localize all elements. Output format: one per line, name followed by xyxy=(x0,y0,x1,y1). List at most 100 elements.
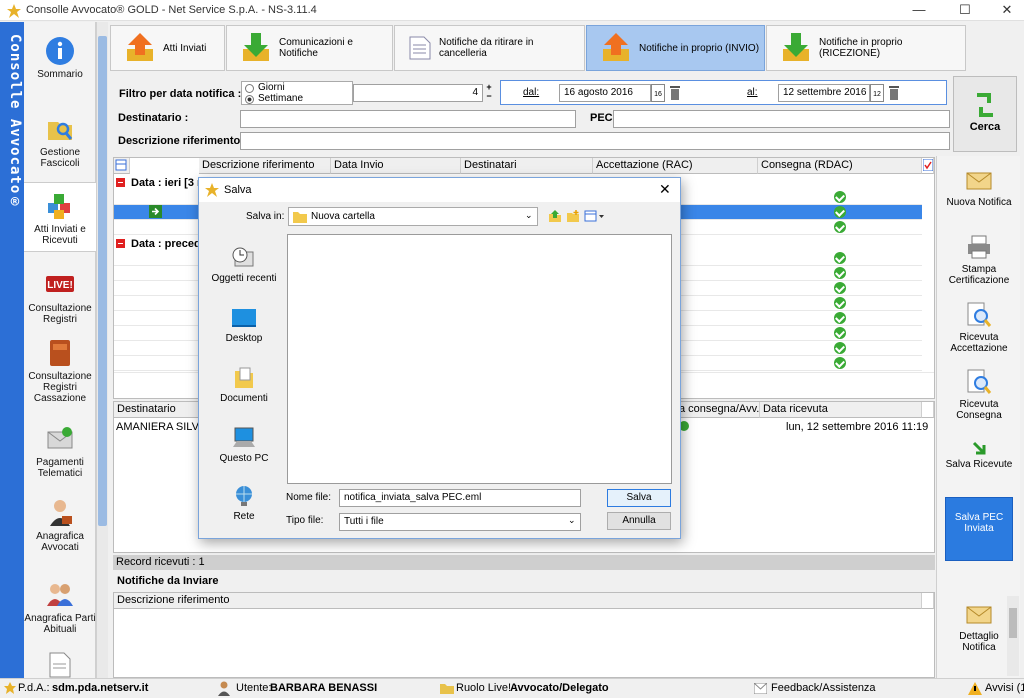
place-label: Rete xyxy=(233,511,255,522)
col-descrizione[interactable]: Descrizione riferimento xyxy=(199,158,331,174)
ricevuta-consegna-button[interactable]: Ricevuta Consegna xyxy=(945,368,1013,421)
avvisi-link[interactable]: Avvisi (1) xyxy=(985,682,1024,694)
column-chooser-icon[interactable] xyxy=(922,158,934,174)
file-list[interactable] xyxy=(287,234,672,484)
folder-icon xyxy=(293,212,307,223)
recent-icon xyxy=(232,247,254,267)
cubes-icon xyxy=(48,194,70,219)
tipo-file-select[interactable]: Tutti i file ⌄ xyxy=(339,513,581,531)
record-count: Record ricevuti : 1 xyxy=(113,555,935,570)
group-precedenti[interactable]: Data : precede xyxy=(116,238,207,250)
check-icon xyxy=(834,312,846,324)
col-accettazione[interactable]: Accettazione (RAC) xyxy=(593,158,758,174)
new-folder-icon[interactable] xyxy=(566,209,580,223)
column-chooser-icon[interactable] xyxy=(922,402,934,418)
nav-item-sommario[interactable]: Sommario xyxy=(24,36,96,80)
nav-item-anagrafica-avvocati[interactable]: Anagrafica Avvocati xyxy=(24,498,96,553)
radio-giorni[interactable] xyxy=(245,84,254,93)
maximize-button[interactable]: ☐ xyxy=(942,0,988,21)
calendar-icon[interactable]: 16 xyxy=(651,84,665,102)
radio-settimane[interactable] xyxy=(245,95,254,104)
right-toolbar: Nuova Notifica Stampa Certificazione Ric… xyxy=(936,156,1020,678)
dettaglio-notifica-button[interactable]: Dettaglio Notifica xyxy=(945,600,1013,653)
salva-in-select[interactable]: Nuova cartella ⌄ xyxy=(288,207,538,226)
receipt-destinatario[interactable]: AMANIERA SILVIA xyxy=(116,421,209,433)
scrollbar-thumb[interactable] xyxy=(98,36,107,526)
save-button[interactable]: Salva xyxy=(607,489,671,507)
dal-label: dal: xyxy=(523,87,540,98)
col-data-ricevuta[interactable]: Data ricevuta xyxy=(760,402,922,418)
tab-atti-inviati[interactable]: Atti Inviati xyxy=(110,25,225,71)
descrizione-input[interactable] xyxy=(240,132,950,150)
trash-icon[interactable] xyxy=(669,85,681,101)
col-destinatari[interactable]: Destinatari xyxy=(461,158,593,174)
nav-item-anagrafica-parti[interactable]: Anagrafica Parti Abituali xyxy=(24,580,96,635)
feedback-link[interactable]: Feedback/Assistenza xyxy=(771,682,876,694)
window-title: Consolle Avvocato® GOLD - Net Service S.… xyxy=(26,4,317,16)
place-this-pc[interactable]: Questo PC xyxy=(205,426,283,464)
nav-scrollbar[interactable] xyxy=(96,22,108,678)
place-desktop[interactable]: Desktop xyxy=(205,306,283,344)
nav-item-atti-inviati[interactable]: Atti Inviati e Ricevuti xyxy=(24,182,96,252)
up-folder-icon[interactable] xyxy=(548,209,562,223)
check-icon xyxy=(834,357,846,369)
place-network[interactable]: Rete xyxy=(205,484,283,522)
search-arrows-icon xyxy=(977,93,993,117)
magnifier-doc-icon xyxy=(967,369,992,394)
collapse-icon[interactable] xyxy=(116,239,125,248)
nav-item-label: Consultazione Registri Cassazione xyxy=(28,371,92,404)
period-amount-input[interactable]: 4 xyxy=(353,84,483,102)
cancel-button[interactable]: Annulla xyxy=(607,512,671,530)
receipt-data[interactable]: lun, 12 settembre 2016 11:19 xyxy=(786,421,928,433)
tab-comunicazioni[interactable]: Comunicazioni e Notifiche xyxy=(226,25,393,71)
nav-item-pagamenti[interactable]: Pagamenti Telematici xyxy=(24,424,96,479)
nav-item-consultazione-registri[interactable]: LIVE! Consultazione Registri xyxy=(24,270,96,325)
grid-header-icon[interactable] xyxy=(114,158,130,174)
ruolo-label: Ruolo Live! : xyxy=(456,682,518,694)
tool-label: Salva Ricevute xyxy=(945,459,1013,470)
group-ieri[interactable]: Data : ieri [3 n xyxy=(116,177,204,189)
nome-file-input[interactable]: notifica_inviata_salva PEC.eml xyxy=(339,489,581,507)
pec-input[interactable] xyxy=(613,110,950,128)
network-icon xyxy=(236,486,252,506)
left-nav: Sommario Gestione Fascicoli Atti Inviati… xyxy=(24,22,96,678)
destinatario-input[interactable] xyxy=(240,110,576,128)
calendar-icon[interactable]: 12 xyxy=(870,84,884,102)
column-chooser-icon[interactable] xyxy=(922,593,934,609)
nav-item-gestione-fascicoli[interactable]: Gestione Fascicoli xyxy=(24,114,96,169)
amount-spinner[interactable]: + − xyxy=(484,83,494,103)
check-icon xyxy=(834,282,846,294)
minimize-button[interactable]: — xyxy=(896,0,942,21)
place-documents[interactable]: Documenti xyxy=(205,366,283,404)
cerca-button[interactable]: Cerca xyxy=(953,76,1017,152)
col-data-invio[interactable]: Data Invio xyxy=(331,158,461,174)
place-recent[interactable]: Oggetti recenti xyxy=(205,246,283,284)
pending-grid: Descrizione riferimento xyxy=(113,592,935,678)
tab-notifiche-invio[interactable]: Notifiche in proprio (INVIO) xyxy=(586,25,765,71)
collapse-icon[interactable] xyxy=(116,178,125,187)
salva-ricevute-button[interactable]: Salva Ricevute xyxy=(945,440,1013,470)
tab-notifiche-cancelleria[interactable]: Notifiche da ritirare in cancelleria xyxy=(394,25,585,71)
view-menu-icon[interactable] xyxy=(584,209,604,223)
col-stato-consegna[interactable]: a consegna/Avv... xyxy=(676,402,760,418)
al-date-input[interactable]: 12 settembre 2016 xyxy=(778,84,870,102)
place-label: Documenti xyxy=(220,393,268,404)
close-button[interactable]: ✕ xyxy=(984,0,1024,21)
download-arrow-icon xyxy=(783,33,809,61)
trash-icon[interactable] xyxy=(888,85,900,101)
pda-value: sdm.pda.netserv.it xyxy=(52,682,149,694)
toolbar-scrollbar[interactable] xyxy=(1007,596,1019,676)
salva-pec-inviata-button[interactable]: Salva PEC Inviata xyxy=(945,497,1013,561)
stampa-certificazione-button[interactable]: Stampa Certificazione xyxy=(945,233,1013,286)
app-logo-icon xyxy=(4,682,16,694)
dialog-close-button[interactable]: ✕ xyxy=(659,181,671,198)
nav-item-cassazione[interactable]: Consultazione Registri Cassazione xyxy=(24,338,96,404)
col-descrizione-riferimento[interactable]: Descrizione riferimento xyxy=(114,593,922,609)
download-arrow-icon xyxy=(243,33,269,61)
col-consegna[interactable]: Consegna (RDAC) xyxy=(758,158,922,174)
tab-notifiche-ricezione[interactable]: Notifiche in proprio (RICEZIONE) xyxy=(766,25,966,71)
ricevuta-accettazione-button[interactable]: Ricevuta Accettazione xyxy=(945,301,1013,354)
nuova-notifica-button[interactable]: Nuova Notifica xyxy=(945,166,1013,208)
dal-date-input[interactable]: 16 agosto 2016 xyxy=(559,84,651,102)
nav-item-label: Gestione Fascicoli xyxy=(39,147,81,169)
